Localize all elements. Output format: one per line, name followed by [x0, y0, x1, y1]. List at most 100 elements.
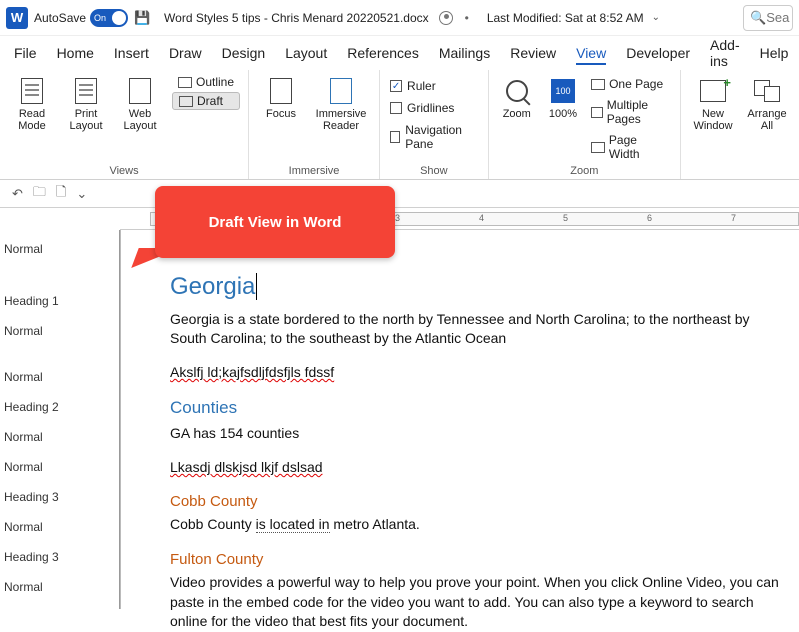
paragraph[interactable]: Cobb County is located in metro Atlanta.: [170, 515, 781, 535]
arrange-all-icon: [754, 80, 780, 102]
one-page-icon: [591, 79, 605, 90]
people-icon[interactable]: [439, 11, 453, 25]
separator: •: [465, 11, 469, 25]
style-row[interactable]: Normal: [0, 572, 119, 602]
group-zoom: Zoom 100 100% One Page Multiple Pages Pa…: [489, 70, 681, 179]
menu-help[interactable]: Help: [760, 41, 789, 65]
search-input[interactable]: [766, 10, 793, 25]
qat-folder-icon[interactable]: 🗀: [33, 183, 46, 205]
draft-label: Draft: [197, 94, 223, 108]
menu-home[interactable]: Home: [57, 41, 94, 65]
menu-addins[interactable]: Add-ins: [710, 33, 740, 73]
search-box[interactable]: 🔍: [743, 5, 793, 31]
paragraph[interactable]: Lkasdj dlskjsd lkjf dslsad: [170, 458, 781, 478]
style-row[interactable]: Heading 2: [0, 392, 119, 422]
menu-design[interactable]: Design: [222, 41, 266, 65]
style-row[interactable]: Heading 3: [0, 482, 119, 512]
ruler-checkbox[interactable]: ✓ Ruler: [388, 78, 438, 94]
menu-insert[interactable]: Insert: [114, 41, 149, 65]
menu-mailings[interactable]: Mailings: [439, 41, 490, 65]
style-row[interactable]: Normal: [0, 234, 119, 264]
paragraph[interactable]: Video provides a powerful way to help yo…: [170, 573, 781, 632]
style-row[interactable]: Heading 3: [0, 542, 119, 572]
paragraph[interactable]: GA has 154 counties: [170, 424, 781, 444]
ruler-tick: 7: [731, 213, 736, 223]
gridlines-checkbox[interactable]: Gridlines: [388, 100, 456, 116]
multiple-pages-label: Multiple Pages: [607, 98, 670, 126]
menu-view[interactable]: View: [576, 41, 606, 65]
qat-new-icon[interactable]: 🗋: [56, 183, 66, 205]
read-mode-button[interactable]: Read Mode: [8, 74, 56, 134]
new-window-label: New Window: [691, 108, 735, 132]
save-icon[interactable]: 💾: [134, 10, 150, 26]
callout-tooltip: Draft View in Word: [155, 186, 395, 258]
style-row[interactable]: Normal: [0, 452, 119, 482]
web-layout-button[interactable]: Web Layout: [116, 74, 164, 134]
heading-1[interactable]: Georgia: [170, 270, 781, 304]
last-modified-label[interactable]: Last Modified: Sat at 8:52 AM: [487, 11, 644, 25]
style-row[interactable]: Normal: [0, 422, 119, 452]
ruler-label: Ruler: [407, 79, 436, 93]
zoom-button[interactable]: Zoom: [497, 74, 537, 122]
zoom-label: Zoom: [503, 108, 531, 120]
zoom-group-label: Zoom: [497, 165, 672, 177]
style-row[interactable]: Normal: [0, 346, 119, 392]
outline-button[interactable]: Outline: [172, 74, 240, 90]
qat-undo-icon[interactable]: ↶: [12, 186, 23, 202]
multiple-pages-button[interactable]: Multiple Pages: [589, 97, 672, 127]
one-page-button[interactable]: One Page: [589, 76, 672, 92]
callout-text: Draft View in Word: [209, 214, 342, 231]
qat-dropdown-icon[interactable]: ⌄: [76, 186, 87, 202]
document-title[interactable]: Word Styles 5 tips - Chris Menard 202205…: [164, 11, 429, 25]
immersive-group-label: Immersive: [257, 165, 371, 177]
quick-access-bar: ↶ 🗀 🗋 ⌄: [0, 180, 799, 208]
ruler-tick: 4: [479, 213, 484, 223]
group-immersive: Focus Immersive Reader Immersive: [249, 70, 380, 179]
search-icon: 🔍: [750, 10, 766, 26]
ruler-tick: 6: [647, 213, 652, 223]
arrange-all-button[interactable]: Arrange All: [743, 74, 791, 134]
menu-bar: File Home Insert Draw Design Layout Refe…: [0, 36, 799, 70]
web-layout-icon: [129, 78, 151, 104]
group-views: Read Mode Print Layout Web Layout Outlin…: [0, 70, 249, 179]
checkbox-icon: [390, 131, 400, 143]
chevron-down-icon[interactable]: ⌄: [652, 12, 660, 23]
style-row[interactable]: Heading 1: [0, 264, 119, 316]
print-layout-icon: [75, 78, 97, 104]
immersive-reader-button[interactable]: Immersive Reader: [311, 74, 371, 134]
multiple-pages-icon: [591, 107, 603, 118]
style-row[interactable]: Normal: [0, 316, 119, 346]
checkbox-checked-icon: ✓: [390, 80, 402, 92]
heading-2[interactable]: Counties: [170, 396, 781, 420]
style-row[interactable]: Normal: [0, 512, 119, 542]
focus-button[interactable]: Focus: [257, 74, 305, 122]
draft-button[interactable]: Draft: [172, 92, 240, 110]
style-pane[interactable]: Normal Heading 1 Normal Normal Heading 2…: [0, 230, 120, 609]
navigation-pane-checkbox[interactable]: Navigation Pane: [388, 122, 480, 152]
heading-3[interactable]: Cobb County: [170, 491, 781, 512]
menu-review[interactable]: Review: [510, 41, 556, 65]
autosave-toggle[interactable]: AutoSave On: [34, 9, 128, 27]
immersive-reader-label: Immersive Reader: [313, 108, 369, 132]
menu-developer[interactable]: Developer: [626, 41, 690, 65]
title-bar: W AutoSave On 💾 Word Styles 5 tips - Chr…: [0, 0, 799, 36]
document-page[interactable]: Georgia Georgia is a state bordered to t…: [120, 230, 799, 609]
print-layout-button[interactable]: Print Layout: [62, 74, 110, 134]
hundred-percent-button[interactable]: 100 100%: [543, 74, 583, 122]
page-width-button[interactable]: Page Width: [589, 132, 672, 162]
heading-3[interactable]: Fulton County: [170, 549, 781, 570]
gridlines-label: Gridlines: [407, 101, 454, 115]
page-width-label: Page Width: [609, 133, 670, 161]
heading-1-text: Georgia: [170, 273, 257, 300]
hundred-label: 100%: [549, 108, 577, 120]
menu-file[interactable]: File: [14, 41, 37, 65]
menu-draw[interactable]: Draw: [169, 41, 202, 65]
menu-references[interactable]: References: [347, 41, 419, 65]
autosave-label: AutoSave: [34, 11, 86, 25]
paragraph[interactable]: Akslfj ld;kajfsdljfdsfjls fdssf: [170, 363, 781, 383]
checkbox-icon: [390, 102, 402, 114]
paragraph[interactable]: Georgia is a state bordered to the north…: [170, 310, 781, 349]
zoom-icon: [506, 80, 528, 102]
new-window-button[interactable]: New Window: [689, 74, 737, 134]
menu-layout[interactable]: Layout: [285, 41, 327, 65]
